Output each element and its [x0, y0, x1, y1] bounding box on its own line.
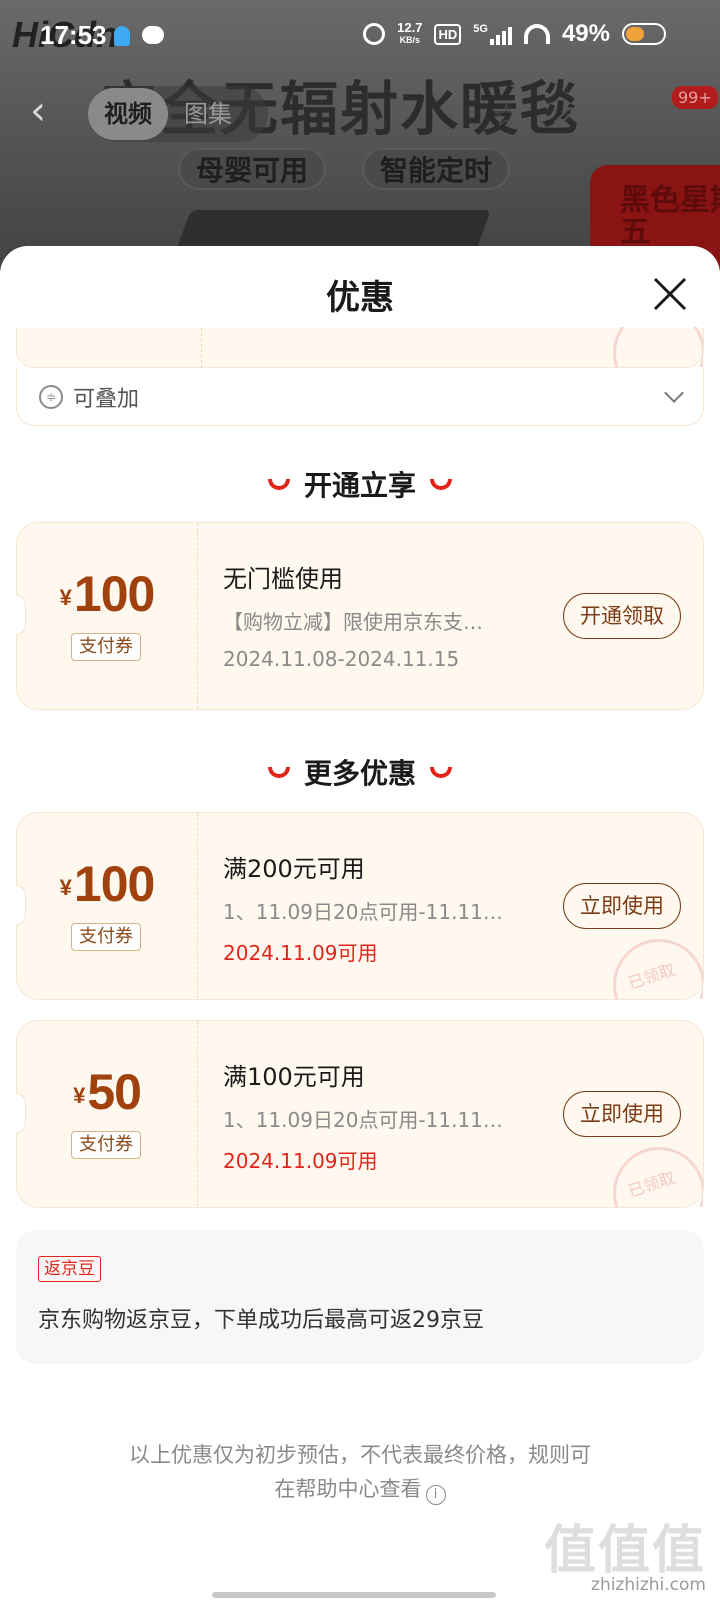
coupon-amount: ¥50 [73, 1064, 142, 1120]
jd-beans-text: 京东购物返京豆，下单成功后最高可返29京豆 [38, 1308, 484, 1333]
battery-icon [622, 23, 666, 45]
home-indicator[interactable] [212, 1592, 496, 1598]
close-icon[interactable] [652, 276, 688, 312]
coupon-amount: ¥100 [59, 566, 156, 622]
coupon-amount: ¥100 [59, 856, 156, 912]
header-action-icons: ☆⇗⋯ [492, 96, 670, 134]
coupon-card: ¥100 支付券 无门槛使用 【购物立减】限使用京东支… 2024.11.08-… [16, 522, 704, 710]
battery-percent: 49% [561, 20, 610, 47]
section-title-more: 更多优惠 [0, 752, 720, 792]
info-icon[interactable]: i [425, 1485, 446, 1505]
chevron-down-icon [664, 383, 684, 403]
status-bar: HiCdn 17:53 12.7 KB/s HD 5G 49% [0, 0, 720, 72]
sheet-title: 优惠 [326, 278, 394, 318]
activate-claim-button[interactable]: 开通领取 [563, 593, 681, 639]
smile-icon [430, 766, 452, 778]
network-speed: 12.7 KB/s [397, 20, 423, 45]
coupon-validity: 2024.11.09可用 [223, 941, 378, 965]
section-title-open: 开通立享 [0, 464, 720, 504]
scrolled-coupon-card: ≑ 可叠加 [16, 327, 704, 474]
jd-beans-info: 返京豆 京东购物返京豆，下单成功后最高可返29京豆 [16, 1230, 704, 1364]
coupon-card: ¥50 支付券 满100元可用 1、11.09日20点可用-11.11… 202… [16, 1020, 704, 1208]
jd-beans-tag: 返京豆 [38, 1256, 101, 1282]
coupon-validity: 2024.11.08-2024.11.15 [223, 647, 460, 671]
feature-chip: 智能定时 [362, 148, 511, 190]
use-now-button[interactable]: 立即使用 [563, 883, 681, 929]
smile-icon [430, 478, 452, 490]
coupon-card: ¥100 支付券 满200元可用 1、11.09日20点可用-11.11… 20… [16, 812, 704, 1000]
coupon-condition: 满200元可用 [223, 855, 365, 883]
coupon-condition: 满100元可用 [223, 1063, 365, 1091]
tab-video: 视频 [88, 88, 168, 140]
tab-gallery: 图集 [184, 100, 232, 128]
cart-badge: 99+ [672, 86, 718, 109]
offers-sheet: 优惠 ≑ 可叠加 开通立享 ¥100 支付券 无门槛使用 【购物立减】限使用京东… [0, 246, 720, 1600]
message-icon [142, 26, 164, 44]
alarm-icon [363, 23, 386, 45]
signal-icon: 5G [473, 23, 512, 45]
smile-icon [267, 478, 290, 490]
wifi-icon [523, 24, 550, 44]
stackable-label: 可叠加 [73, 386, 140, 412]
coupon-card-bottom [16, 327, 704, 368]
coupon-type-tag: 支付券 [71, 633, 141, 661]
claimed-stamp: 已领取 [607, 933, 703, 999]
coupon-type-tag: 支付券 [71, 1131, 141, 1159]
coupon-validity: 2024.11.09可用 [223, 1149, 378, 1173]
disclaimer: 以上优惠仅为初步预估，不代表最终价格，规则可 在帮助中心查看 i [60, 1438, 660, 1506]
coupon-description: 1、11.09日20点可用-11.11… [223, 900, 503, 924]
feature-chip: 母婴可用 [178, 148, 327, 190]
coupon-condition: 无门槛使用 [223, 565, 343, 593]
coupon-description: 【购物立减】限使用京东支… [223, 610, 483, 634]
media-tabs: 视频 图集 [88, 86, 268, 142]
smile-icon [267, 766, 290, 778]
coupon-description: 1、11.09日20点可用-11.11… [223, 1108, 503, 1132]
use-now-button[interactable]: 立即使用 [563, 1091, 681, 1137]
notification-icon [114, 26, 130, 46]
stackable-toggle[interactable]: ≑ 可叠加 [16, 368, 704, 426]
hd-icon: HD [434, 23, 462, 45]
site-watermark: 值值值 zhizhizhi.com [543, 1521, 706, 1595]
stack-icon: ≑ [39, 384, 63, 409]
claimed-stamp: 已领取 [607, 1141, 703, 1207]
status-time: 17:53 [40, 20, 107, 50]
back-icon: ‹ [30, 88, 46, 134]
coupon-type-tag: 支付券 [71, 923, 141, 951]
